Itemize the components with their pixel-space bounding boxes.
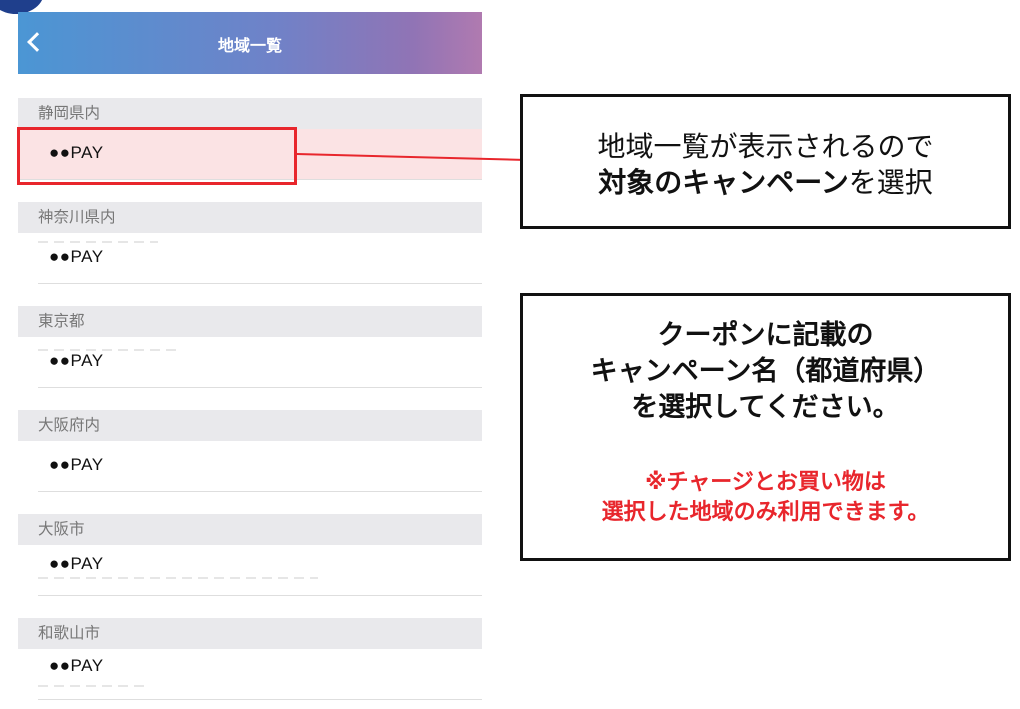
region-section: 神奈川県内 ●●PAY (18, 202, 482, 306)
notice-line-3: を選択してください。 (631, 392, 900, 423)
region-section: 大阪府内 ●●PAY (18, 410, 482, 514)
selection-highlight-box (17, 127, 297, 185)
notice-line-2: キャンペーン名（都道府県） (590, 356, 941, 387)
region-item[interactable]: ●●PAY (38, 337, 482, 388)
faint-text-placeholder (38, 685, 148, 687)
nav-title: 地域一覧 (217, 36, 282, 55)
region-item[interactable]: ●●PAY (38, 233, 482, 284)
faint-text-placeholder (38, 577, 318, 579)
region-header: 東京都 (18, 306, 482, 337)
region-item[interactable]: ●●PAY (38, 649, 482, 700)
region-item-label: ●●PAY (49, 247, 104, 266)
page: 地域一覧 静岡県内 ●●PAY 神奈川県内 ●●PAY 東京都 ●●PAY 大阪… (0, 0, 1020, 709)
notice-callout: クーポンに記載の キャンペーン名（都道府県） を選択してください。 ※チャージと… (520, 293, 1011, 561)
region-header: 大阪府内 (18, 410, 482, 441)
region-item-label: ●●PAY (49, 656, 104, 675)
instruction-line-2: 対象のキャンペーンを選択 (523, 165, 1008, 201)
region-item[interactable]: ●●PAY (38, 441, 482, 492)
instruction-emphasis: 対象のキャンペーン (598, 166, 849, 199)
warning-line-1: ※チャージとお買い物は (645, 470, 886, 495)
region-item-label: ●●PAY (49, 554, 104, 573)
instruction-callout: 地域一覧が表示されるので 対象のキャンペーンを選択 (520, 94, 1011, 229)
instruction-line-1: 地域一覧が表示されるので (597, 130, 934, 163)
region-item-label: ●●PAY (49, 455, 104, 474)
region-list: 静岡県内 ●●PAY 神奈川県内 ●●PAY 東京都 ●●PAY 大阪府内 ●●… (18, 98, 482, 709)
instruction-rest: を選択 (848, 166, 933, 199)
warning-line-2: 選択した地域のみ利用できます。 (601, 500, 930, 525)
phone-screen: 地域一覧 静岡県内 ●●PAY 神奈川県内 ●●PAY 東京都 ●●PAY 大阪… (18, 12, 482, 709)
notice-line-1: クーポンに記載の (657, 320, 874, 351)
region-section: 和歌山市 ●●PAY (18, 618, 482, 709)
faint-text-placeholder (38, 241, 158, 243)
region-item[interactable]: ●●PAY (38, 545, 482, 596)
region-section: 大阪市 ●●PAY (18, 514, 482, 618)
region-item-label: ●●PAY (49, 351, 104, 370)
region-header: 大阪市 (18, 514, 482, 545)
region-section: 東京都 ●●PAY (18, 306, 482, 410)
region-header: 神奈川県内 (18, 202, 482, 233)
nav-bar: 地域一覧 (18, 12, 482, 74)
region-header: 静岡県内 (18, 98, 482, 129)
region-header: 和歌山市 (18, 618, 482, 649)
warning-text: ※チャージとお買い物は 選択した地域のみ利用できます。 (523, 468, 1008, 528)
